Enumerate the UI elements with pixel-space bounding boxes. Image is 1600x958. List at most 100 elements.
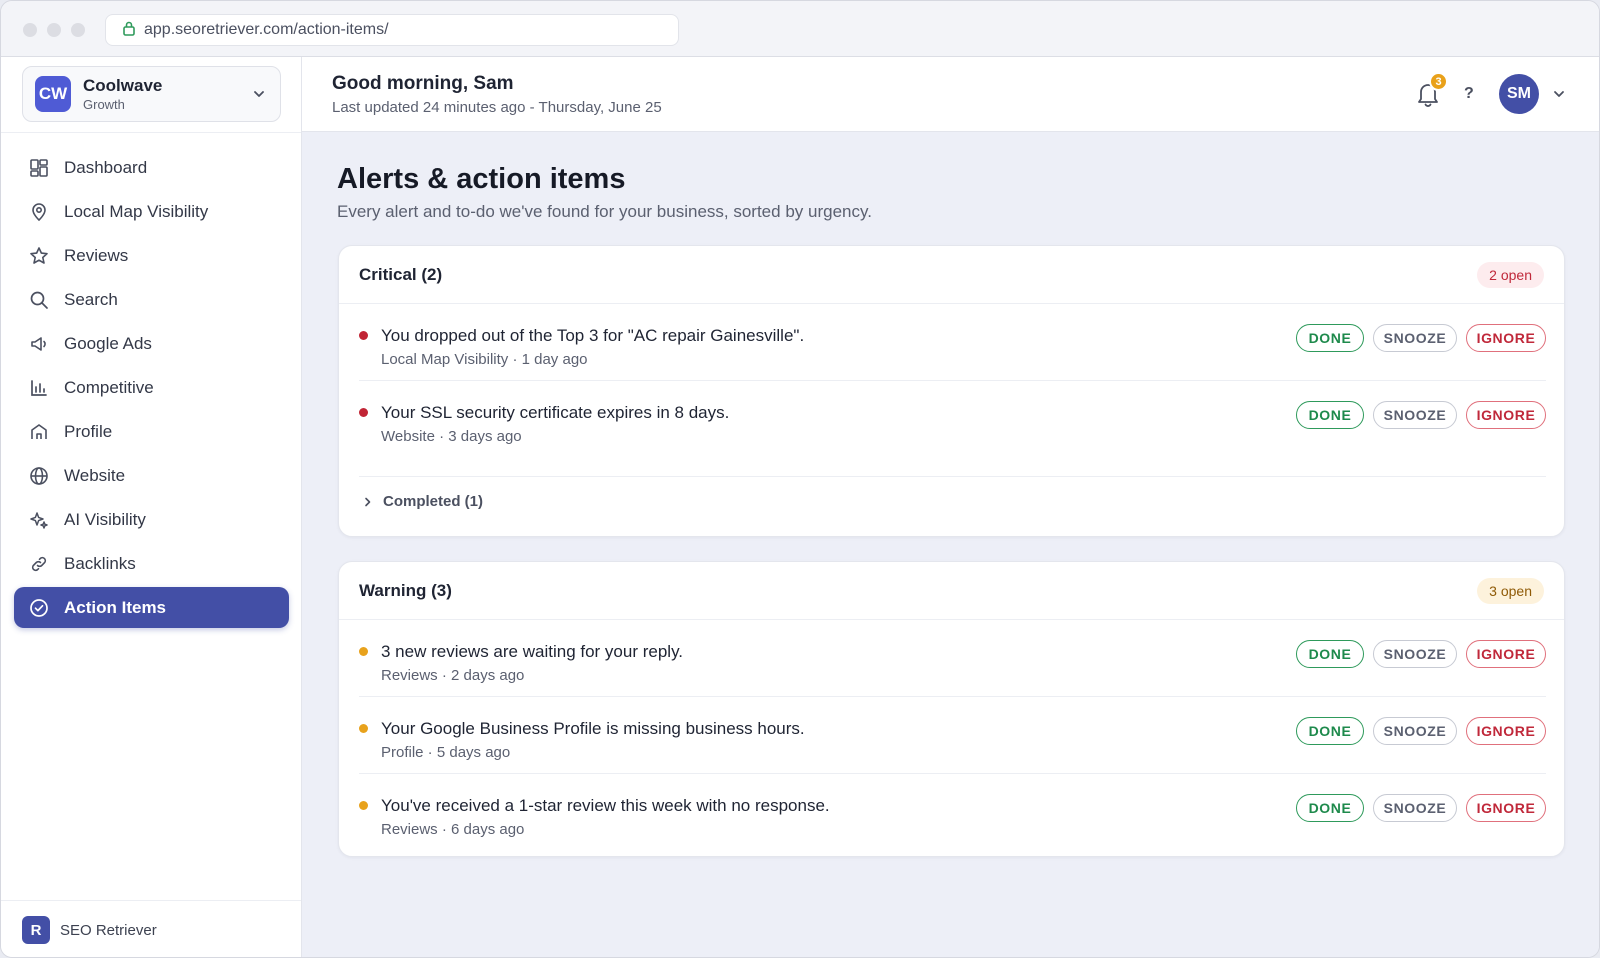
window-maximize-dot[interactable] [71, 23, 85, 37]
avatar[interactable]: SM [1499, 74, 1539, 114]
top-header: Good morning, Sam Last updated 24 minute… [302, 57, 1599, 132]
sidebar-item-label: Search [64, 289, 118, 309]
workspace-logo: CW [35, 76, 71, 112]
snooze-button[interactable]: SNOOZE [1373, 717, 1457, 745]
greeting: Good morning, Sam [332, 73, 514, 94]
ignore-button[interactable]: IGNORE [1466, 324, 1546, 352]
sidebar-item-search[interactable]: Search [14, 279, 289, 320]
alert-row: You've received a 1-star review this wee… [359, 774, 1546, 851]
address-bar[interactable]: app.seoretriever.com/action-items/ [105, 14, 679, 46]
alert-meta: Reviews · 6 days ago [381, 821, 525, 838]
sidebar-item-reviews[interactable]: Reviews [14, 235, 289, 276]
done-button[interactable]: DONE [1296, 794, 1364, 822]
window-close-dot[interactable] [23, 23, 37, 37]
snooze-button[interactable]: SNOOZE [1373, 324, 1457, 352]
alert-message: 3 new reviews are waiting for your reply… [381, 642, 684, 661]
alert-meta: Website · 3 days ago [381, 428, 522, 445]
done-button[interactable]: DONE [1296, 640, 1364, 668]
ignore-button[interactable]: IGNORE [1466, 640, 1546, 668]
sidebar-item-label: Website [64, 465, 126, 485]
notification-badge: 3 [1429, 72, 1448, 91]
alert-meta: Profile · 5 days ago [381, 744, 511, 761]
chevron-down-icon[interactable] [1552, 87, 1566, 106]
check-circle-icon [28, 597, 50, 619]
sidebar-item-dashboard[interactable]: Dashboard [14, 147, 289, 188]
alert-row: Your Google Business Profile is missing … [359, 697, 1546, 774]
done-button[interactable]: DONE [1296, 401, 1364, 429]
warning-alerts-card: Warning (3) 3 open 3 new reviews are wai… [338, 561, 1565, 857]
done-button[interactable]: DONE [1296, 324, 1364, 352]
open-count-badge: 3 open [1477, 578, 1544, 604]
ignore-button[interactable]: IGNORE [1466, 401, 1546, 429]
sidebar-item-backlinks[interactable]: Backlinks [14, 543, 289, 584]
sidebar-footer: R SEO Retriever [1, 900, 301, 957]
sidebar-item-label: Profile [64, 421, 113, 441]
alert-message: You've received a 1-star review this wee… [381, 796, 830, 815]
alert-row: 3 new reviews are waiting for your reply… [359, 620, 1546, 697]
main-content: Alerts & action items Every alert and to… [302, 132, 1599, 957]
url-text: app.seoretriever.com/action-items/ [144, 21, 389, 38]
alert-meta: Local Map Visibility · 1 day ago [381, 351, 588, 368]
alert-row: You dropped out of the Top 3 for "AC rep… [359, 304, 1546, 381]
search-icon [28, 289, 50, 311]
alert-actions: DONE SNOOZE IGNORE [1296, 794, 1546, 822]
alert-meta: Reviews · 2 days ago [381, 667, 525, 684]
snooze-button[interactable]: SNOOZE [1373, 640, 1457, 668]
critical-dot-icon [359, 331, 368, 340]
card-title: Critical (2) [359, 265, 443, 284]
critical-alerts-card: Critical (2) 2 open You dropped out of t… [338, 245, 1565, 537]
chevron-right-icon [361, 495, 375, 509]
alert-actions: DONE SNOOZE IGNORE [1296, 640, 1546, 668]
workspace-switcher[interactable]: CW Coolwave Growth [22, 66, 281, 122]
sidebar-item-label: Action Items [64, 597, 167, 617]
brand-logo: R [22, 916, 50, 944]
storefront-icon [28, 421, 50, 443]
alert-actions: DONE SNOOZE IGNORE [1296, 401, 1546, 429]
dashboard-icon [28, 157, 50, 179]
warning-dot-icon [359, 801, 368, 810]
warning-dot-icon [359, 724, 368, 733]
sidebar-item-local-map-visibility[interactable]: Local Map Visibility [14, 191, 289, 232]
sidebar-item-profile[interactable]: Profile [14, 411, 289, 452]
ignore-button[interactable]: IGNORE [1466, 717, 1546, 745]
ignore-button[interactable]: IGNORE [1466, 794, 1546, 822]
sidebar-divider [1, 132, 301, 133]
warning-dot-icon [359, 647, 368, 656]
sidebar-item-ai-visibility[interactable]: AI Visibility [14, 499, 289, 540]
globe-icon [28, 465, 50, 487]
sidebar-item-competitive[interactable]: Competitive [14, 367, 289, 408]
critical-dot-icon [359, 408, 368, 417]
open-count-badge: 2 open [1477, 262, 1544, 288]
help-button[interactable]: ? [1464, 85, 1474, 103]
alert-message: You dropped out of the Top 3 for "AC rep… [381, 326, 805, 345]
app-window: app.seoretriever.com/action-items/ CW Co… [0, 0, 1600, 958]
map-pin-icon [28, 201, 50, 223]
sidebar-nav: Dashboard Local Map Visibility Reviews S… [14, 147, 289, 631]
alert-message: Your Google Business Profile is missing … [381, 719, 805, 738]
snooze-button[interactable]: SNOOZE [1373, 794, 1457, 822]
sidebar-item-label: AI Visibility [64, 509, 146, 529]
chevron-down-icon [252, 87, 266, 106]
lock-icon [122, 20, 136, 41]
card-header: Warning (3) 3 open [339, 562, 1564, 620]
card-title: Warning (3) [359, 581, 452, 600]
star-icon [28, 245, 50, 267]
sidebar-item-action-items[interactable]: Action Items [14, 587, 289, 628]
snooze-button[interactable]: SNOOZE [1373, 401, 1457, 429]
completed-label: Completed (1) [383, 493, 484, 510]
sidebar-item-label: Reviews [64, 245, 129, 265]
alert-row: Your SSL security certificate expires in… [359, 381, 1546, 458]
alert-actions: DONE SNOOZE IGNORE [1296, 717, 1546, 745]
sidebar: CW Coolwave Growth Dashboard Local Map V… [1, 57, 302, 957]
bar-chart-icon [28, 377, 50, 399]
sidebar-item-label: Local Map Visibility [64, 201, 209, 221]
browser-chrome: app.seoretriever.com/action-items/ [1, 1, 1599, 57]
sidebar-item-google-ads[interactable]: Google Ads [14, 323, 289, 364]
sidebar-item-website[interactable]: Website [14, 455, 289, 496]
sidebar-item-label: Backlinks [64, 553, 136, 573]
brand-name: SEO Retriever [60, 921, 157, 939]
sparkle-icon [28, 509, 50, 531]
completed-toggle[interactable]: Completed (1) [359, 476, 1546, 526]
done-button[interactable]: DONE [1296, 717, 1364, 745]
window-minimize-dot[interactable] [47, 23, 61, 37]
